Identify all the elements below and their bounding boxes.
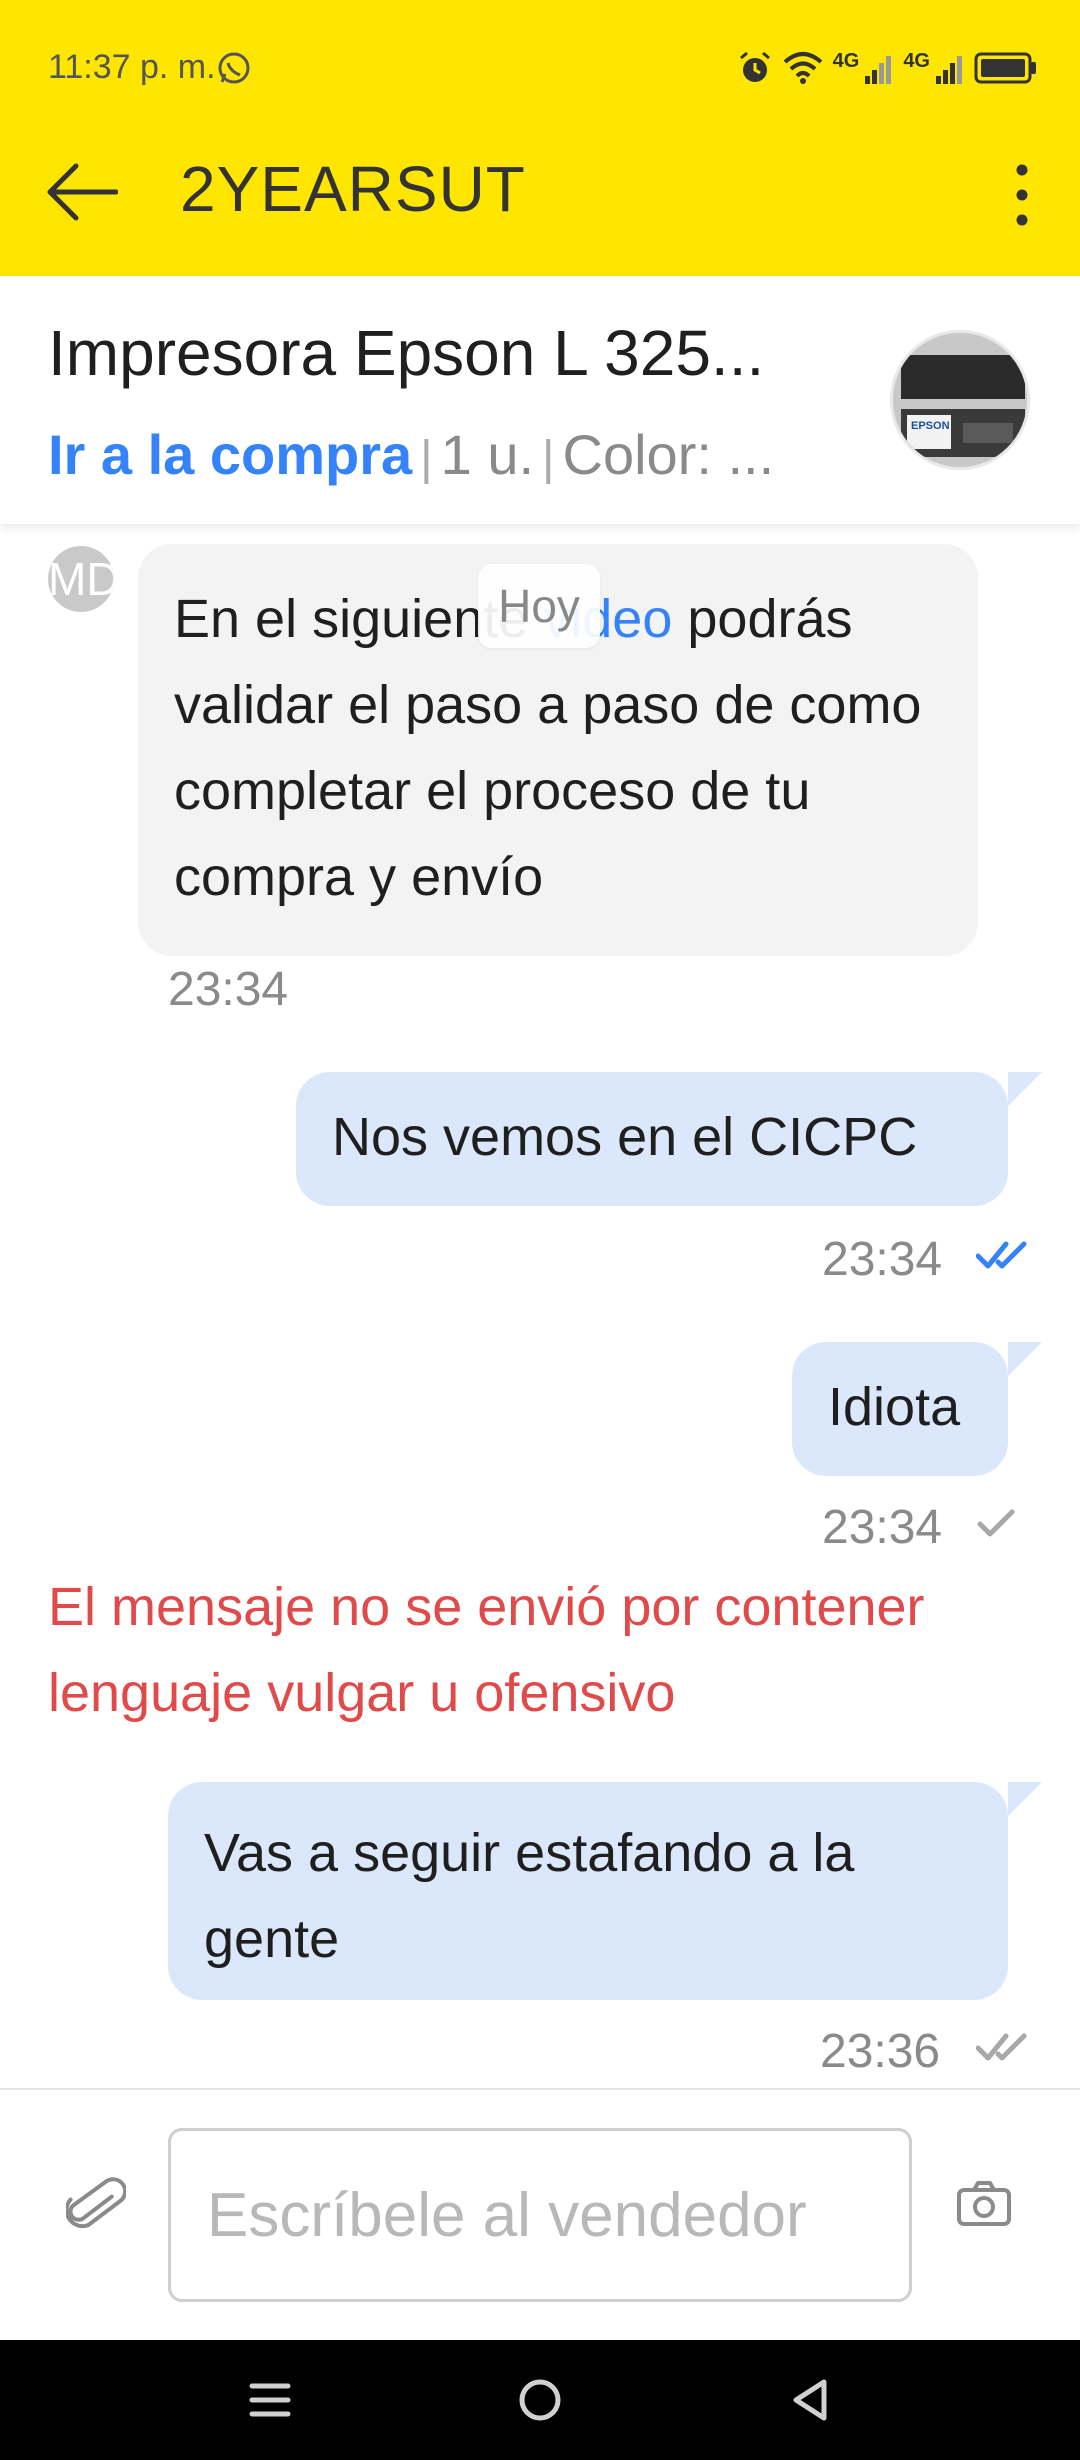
thumb-brand-text: EPSON	[911, 420, 950, 432]
more-vert-icon[interactable]	[1002, 160, 1042, 230]
status-bar: 11:37 p. m. 4G 4G	[0, 0, 1080, 135]
message-time: 23:34	[822, 1233, 943, 1286]
message-text: Idiota	[828, 1377, 961, 1437]
message-input[interactable]	[168, 2128, 912, 2302]
message-outgoing: Vas a seguir estafando a la gente	[168, 1782, 1042, 2000]
wifi-icon	[783, 52, 822, 84]
top-bar: 11:37 p. m. 4G 4G 2YEARSUT	[0, 0, 1080, 276]
back-arrow-icon[interactable]	[46, 160, 118, 224]
message-error-text: El mensaje no se envió por contener leng…	[48, 1577, 925, 1723]
separator: |	[542, 432, 555, 485]
product-title: Impresora Epson L 325...	[48, 317, 765, 389]
date-separator: Hoy	[478, 564, 600, 648]
product-header[interactable]: Impresora Epson L 325... Ir a la compra |…	[0, 276, 1080, 524]
seller-avatar: MD	[48, 546, 114, 612]
message-text: En el siguie	[174, 589, 454, 649]
separator: |	[420, 432, 433, 485]
system-nav-bar	[0, 2340, 1080, 2460]
whatsapp-icon	[218, 52, 250, 84]
product-subtitle: Ir a la compra | 1 u. | Color: ...	[48, 422, 774, 487]
status-icons: 4G 4G	[737, 46, 1038, 90]
go-to-purchase-link[interactable]: Ir a la compra	[48, 423, 412, 486]
printer-image: EPSON	[893, 333, 1027, 467]
double-check-icon	[976, 2033, 1027, 2061]
message-text: Nos vemos en el CICPC	[332, 1107, 918, 1167]
conversation-title: 2YEARSUT	[180, 153, 526, 225]
chat-area[interactable]: MD En el siguiente video podrás validar …	[0, 524, 1080, 2088]
double-check-icon	[976, 1241, 1027, 1269]
message-text: Vas a seguir estafando a la gente	[204, 1823, 855, 1969]
nav-menu-icon[interactable]	[240, 2370, 300, 2430]
message-outgoing: Idiota	[792, 1342, 1042, 1476]
message-time: 23:34	[822, 1501, 943, 1554]
product-thumbnail[interactable]: EPSON	[890, 330, 1030, 470]
message-composer	[0, 2088, 1080, 2340]
alarm-icon	[739, 51, 770, 82]
product-color: Color: ...	[562, 423, 775, 486]
single-check-icon	[977, 1509, 1015, 1537]
network-label-1: 4G	[832, 49, 860, 72]
nav-home-icon[interactable]	[510, 2370, 570, 2430]
product-quantity: 1 u.	[440, 423, 535, 486]
signal-icon-2	[936, 56, 962, 84]
camera-icon[interactable]	[956, 2176, 1012, 2232]
status-time: 11:37 p. m.	[48, 48, 216, 86]
signal-icon	[865, 56, 892, 84]
message-time: 23:34	[168, 963, 289, 1016]
message-outgoing: Nos vemos en el CICPC	[296, 1072, 1042, 1206]
battery-icon	[974, 52, 1036, 84]
nav-back-icon[interactable]	[780, 2370, 840, 2430]
message-time: 23:36	[820, 2025, 941, 2078]
network-label-2: 4G	[903, 49, 930, 72]
paperclip-icon[interactable]	[66, 2170, 126, 2240]
